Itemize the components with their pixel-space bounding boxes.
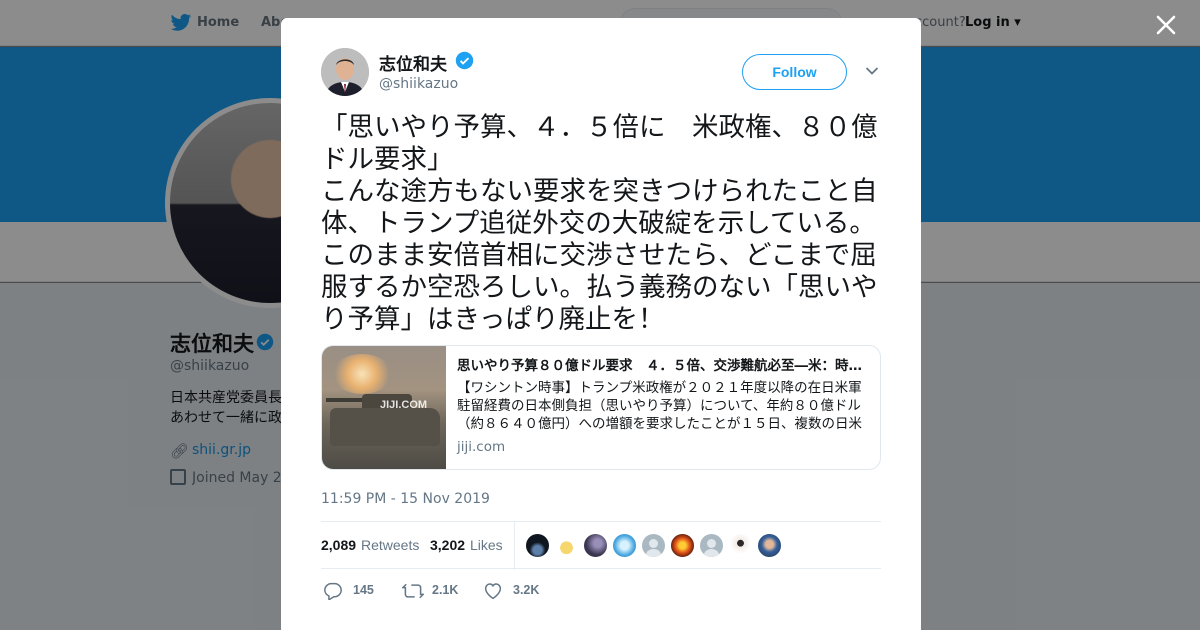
card-image-watermark: JIJI.COM <box>380 399 428 411</box>
tweet-text: 「思いやり予算、４．５倍に 米政権、８０億ドル要求」 こんな途方もない要求を突き… <box>321 112 878 335</box>
liker-avatar[interactable] <box>757 533 782 558</box>
like-label[interactable]: Likes <box>470 537 503 553</box>
card-body: 思いやり予算８０億ドル要求 ４．５倍、交渉難航必至―米：時事ドットコム 【ワシン… <box>457 356 867 455</box>
liker-avatar[interactable] <box>699 533 724 558</box>
card-description: 【ワシントン時事】トランプ米政権が２０２１年度以降の在日米軍駐留経費の日本側負担… <box>457 380 862 432</box>
tweet-stats: 2,089 Retweets 3,202 Likes <box>321 521 881 570</box>
card-thumbnail: JIJI.COM <box>322 346 446 469</box>
reply-count: 145 <box>353 583 374 597</box>
liker-avatar[interactable] <box>728 533 753 558</box>
stats-divider <box>514 522 515 570</box>
liker-avatar[interactable] <box>583 533 608 558</box>
retweet-label[interactable]: Retweets <box>361 537 419 553</box>
follow-button[interactable]: Follow <box>742 54 847 90</box>
liker-avatar[interactable] <box>525 533 550 558</box>
liker-avatar[interactable] <box>641 533 666 558</box>
link-preview-card[interactable]: JIJI.COM 思いやり予算８０億ドル要求 ４．５倍、交渉難航必至―米：時事ド… <box>321 345 881 470</box>
author-handle[interactable]: @shiikazuo <box>379 76 458 92</box>
close-icon[interactable] <box>1153 12 1179 38</box>
verified-badge-icon <box>455 51 474 70</box>
retweet-button[interactable]: 2.1K <box>402 578 472 604</box>
reply-icon <box>324 582 342 600</box>
reply-button[interactable]: 145 <box>323 578 383 604</box>
card-title: 思いやり予算８０億ドル要求 ４．５倍、交渉難航必至―米：時事ドットコム <box>457 358 867 374</box>
chevron-down-icon[interactable] <box>865 66 879 76</box>
tweet-timestamp[interactable]: 11:59 PM - 15 Nov 2019 <box>321 491 490 507</box>
like-count[interactable]: 3,202 <box>430 537 465 553</box>
liker-avatar[interactable] <box>670 533 695 558</box>
liker-avatar[interactable] <box>612 533 637 558</box>
retweet-icon <box>402 583 424 599</box>
like-action-count: 3.2K <box>513 583 540 597</box>
tweet-actions: 145 2.1K 3.2K <box>321 578 881 604</box>
card-domain: jiji.com <box>457 439 506 455</box>
like-icon <box>484 583 502 600</box>
retweet-count[interactable]: 2,089 <box>321 537 356 553</box>
author-name[interactable]: 志位和夫 <box>379 50 447 75</box>
liker-avatar[interactable] <box>554 533 579 558</box>
avatar-portrait-icon <box>321 48 369 96</box>
tweet-modal: 志位和夫 @shiikazuo Follow 「思いやり予算、４．５倍に 米政権… <box>281 18 921 630</box>
author-avatar[interactable] <box>321 48 369 96</box>
like-button[interactable]: 3.2K <box>483 578 553 604</box>
retweet-action-count: 2.1K <box>432 583 459 597</box>
